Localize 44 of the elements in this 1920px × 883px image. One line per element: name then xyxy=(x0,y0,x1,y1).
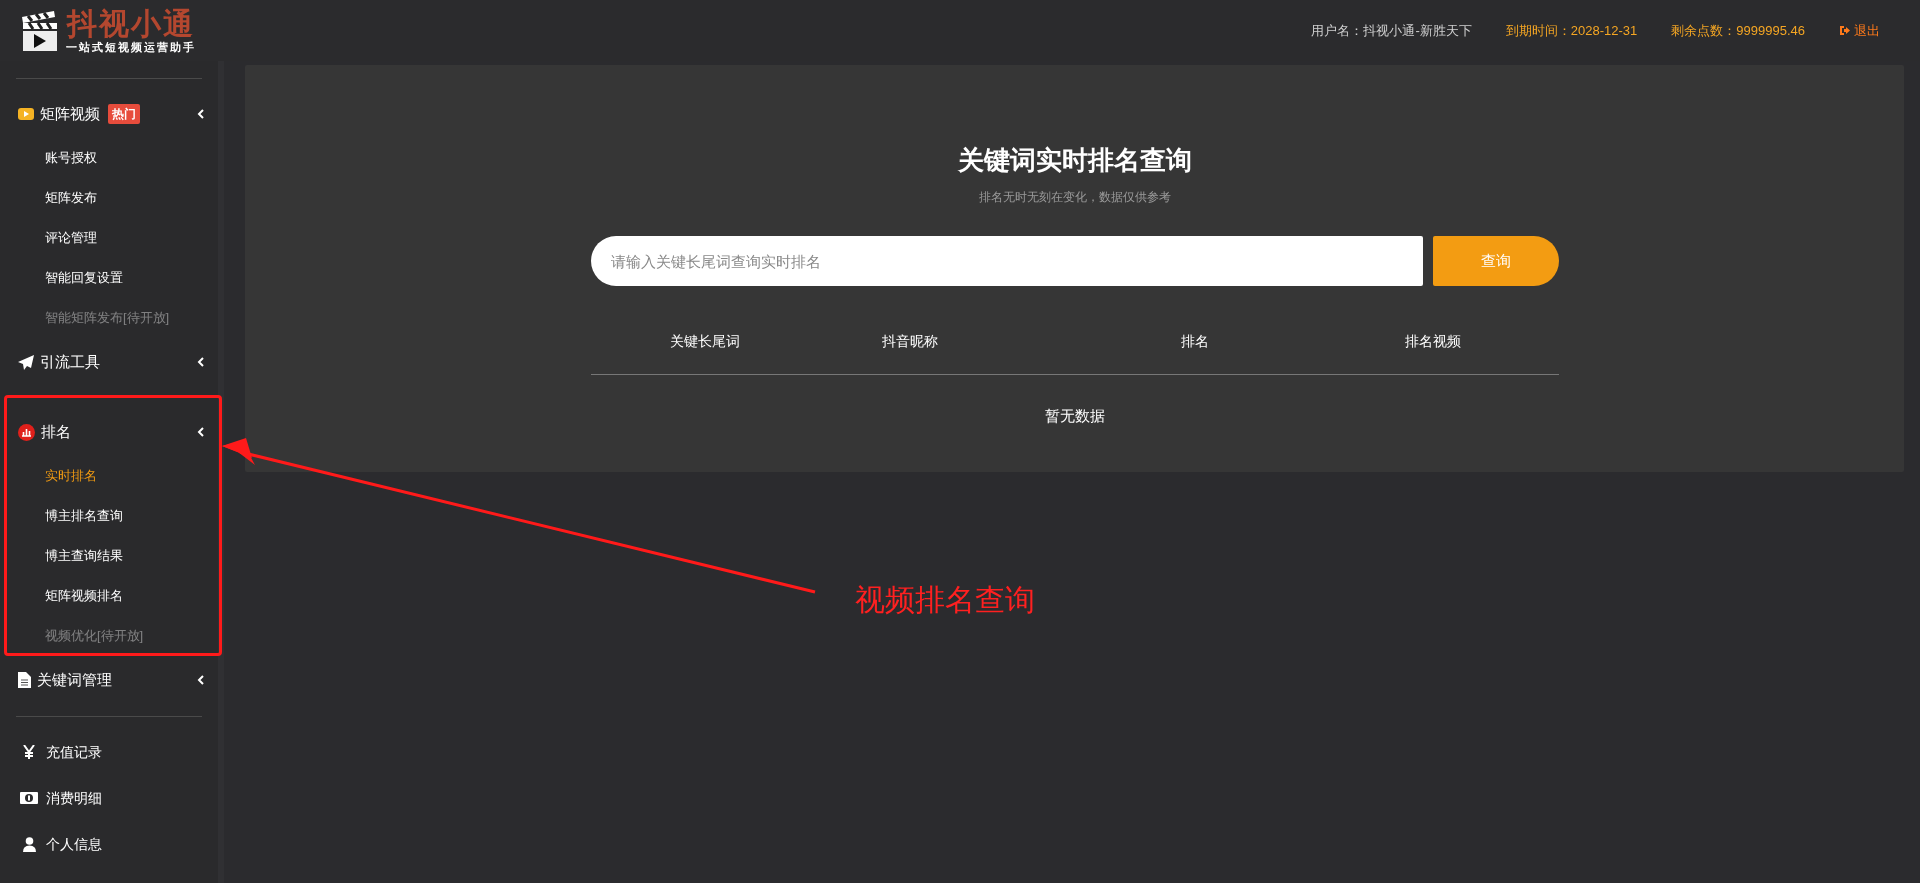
banknote-icon xyxy=(20,792,38,804)
logout-icon xyxy=(1839,25,1850,36)
submenu-item[interactable]: 智能回复设置 xyxy=(0,258,218,298)
logout-link[interactable]: 退出 xyxy=(1839,20,1880,41)
menu-group[interactable]: 矩阵视频 热门 xyxy=(0,90,218,138)
username-text: 用户名：抖视小通-新胜天下 xyxy=(1311,21,1472,40)
menu-link[interactable]: 个人信息 xyxy=(0,821,218,867)
menu-link[interactable]: 消费明细 xyxy=(0,775,218,821)
menu-group[interactable]: 关键词管理 xyxy=(0,656,218,704)
video-icon xyxy=(18,107,34,121)
submenu-item[interactable]: 评论管理 xyxy=(0,218,218,258)
document-icon xyxy=(18,672,31,688)
page-subtitle: 排名无时无刻在变化，数据仅供参考 xyxy=(978,189,1171,206)
clapperboard-icon xyxy=(20,8,60,53)
logo-text: 抖视小通 xyxy=(67,7,195,41)
column-header: 排名 xyxy=(1180,332,1209,351)
submenu-item[interactable]: 博主查询结果 xyxy=(0,536,218,576)
annotation-text: 视频排名查询 xyxy=(855,582,1035,618)
chevron-left-icon xyxy=(197,357,204,367)
submenu-item[interactable]: 实时排名 xyxy=(0,456,218,496)
expiry-text: 到期时间：2028-12-31 xyxy=(1505,21,1638,40)
submenu-item[interactable]: 矩阵发布 xyxy=(0,178,218,218)
submenu-item[interactable]: 博主排名查询 xyxy=(0,496,218,536)
paper-plane-icon xyxy=(18,354,34,370)
logo-tagline: 一站式短视频运营助手 xyxy=(66,41,196,54)
person-icon xyxy=(22,836,36,852)
column-header: 关键长尾词 xyxy=(669,332,740,351)
menu-group[interactable]: 引流工具 xyxy=(0,338,218,386)
yen-icon xyxy=(23,745,35,759)
column-header: 排名视频 xyxy=(1404,332,1461,351)
chevron-left-icon xyxy=(197,427,204,437)
chevron-left-icon xyxy=(197,109,204,119)
empty-message: 暂无数据 xyxy=(1044,406,1105,426)
hot-badge: 热门 xyxy=(108,104,140,124)
menu-link[interactable]: 充值记录 xyxy=(0,729,218,775)
menu-group[interactable]: 排名 xyxy=(0,408,218,456)
search-field[interactable]: 请输入关键长尾词查询实时排名 xyxy=(590,236,1423,286)
submenu-item[interactable]: 矩阵视频排名 xyxy=(0,576,218,616)
submenu-item[interactable]: 账号授权 xyxy=(0,138,218,178)
column-header: 抖音昵称 xyxy=(881,332,938,351)
page-title: 关键词实时排名查询 xyxy=(957,144,1192,177)
points-text: 剩余点数：9999995.46 xyxy=(1671,21,1805,40)
bar-chart-icon xyxy=(18,423,35,441)
chevron-left-icon xyxy=(197,675,204,685)
